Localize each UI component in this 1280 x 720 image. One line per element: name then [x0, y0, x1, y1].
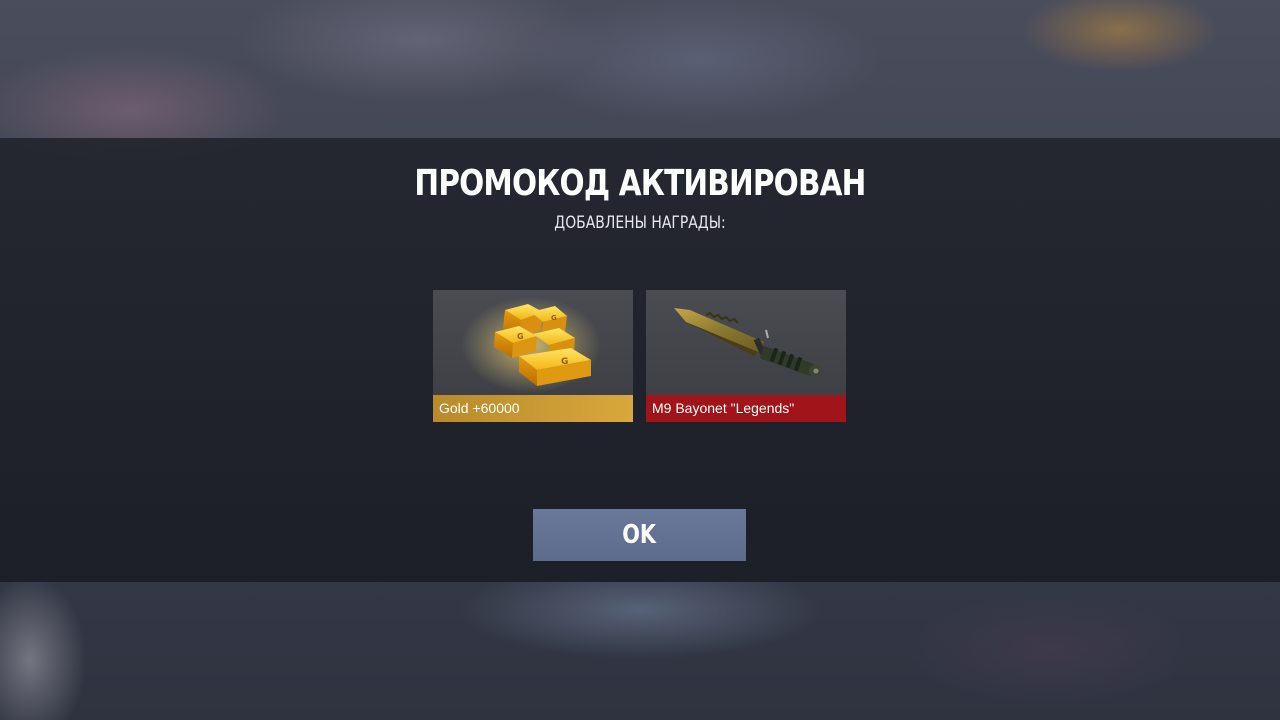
svg-text:G: G: [517, 332, 524, 341]
knife-icon: [646, 290, 846, 395]
rewards-list: G G G Gold +60000 M9 Bayonet "Legends": [433, 290, 846, 422]
reward-label-gold: Gold +60000: [433, 395, 633, 422]
gold-bars-icon: G G G: [433, 290, 633, 395]
ok-button-label: OK: [622, 520, 657, 550]
game-screen: ПРОМОКОД АКТИВИРОВАН ДОБАВЛЕНЫ НАГРАДЫ:: [0, 0, 1280, 720]
reward-label-knife: M9 Bayonet "Legends": [646, 395, 846, 422]
reward-card-gold[interactable]: G G G Gold +60000: [433, 290, 633, 422]
svg-text:G: G: [551, 314, 557, 322]
svg-text:G: G: [561, 357, 568, 367]
dialog-title: ПРОМОКОД АКТИВИРОВАН: [414, 163, 866, 204]
reward-card-knife[interactable]: M9 Bayonet "Legends": [646, 290, 846, 422]
dialog-subtitle: ДОБАВЛЕНЫ НАГРАДЫ:: [554, 213, 726, 233]
ok-button[interactable]: OK: [533, 509, 746, 561]
